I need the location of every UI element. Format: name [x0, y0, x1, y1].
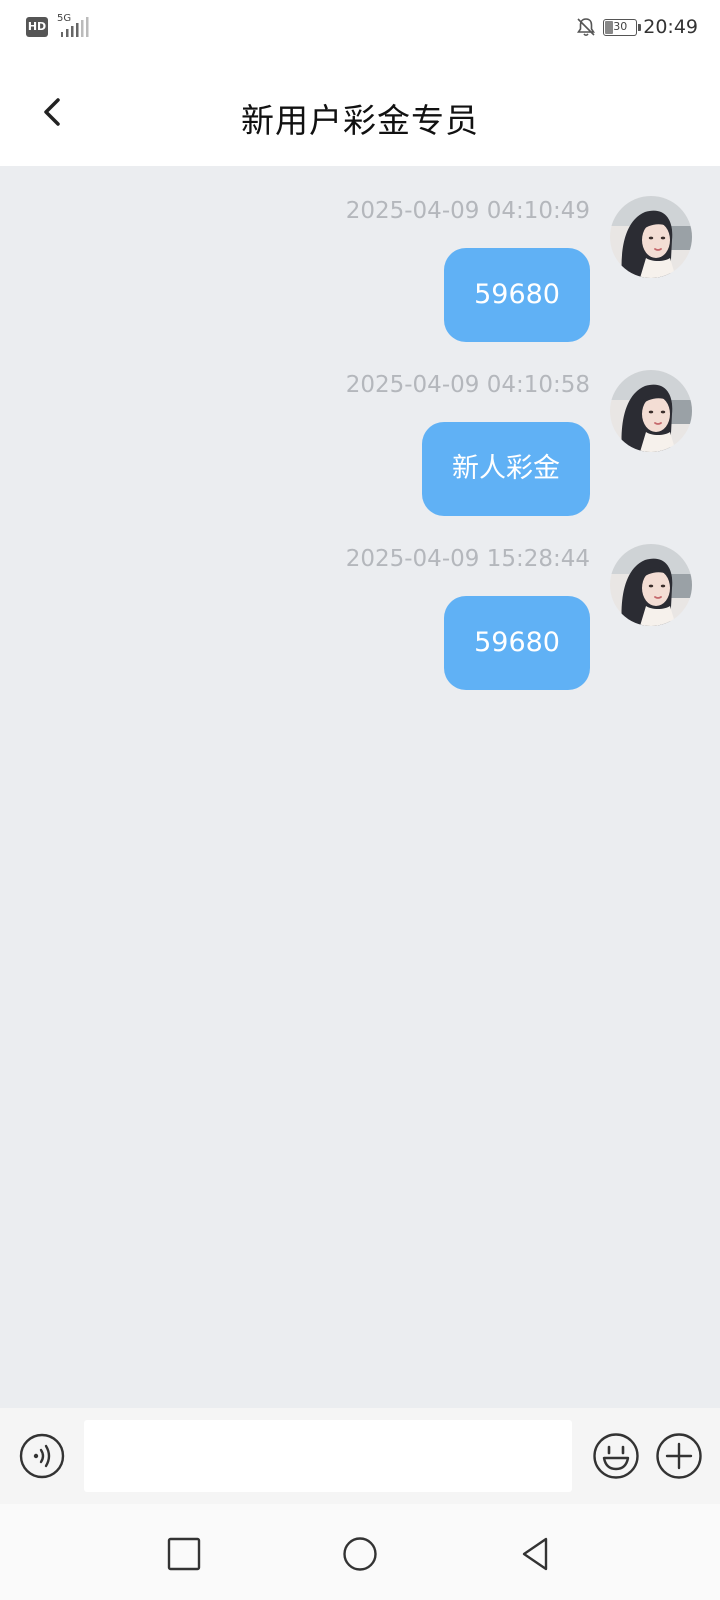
avatar[interactable] [610, 370, 692, 452]
chat-message-list[interactable]: 2025-04-09 04:10:49 59680 2025-04-09 04:… [0, 166, 720, 1408]
system-nav-bar [0, 1504, 720, 1600]
voice-icon [19, 1433, 65, 1479]
message-timestamp: 2025-04-09 04:10:58 [345, 372, 590, 398]
message-timestamp: 2025-04-09 15:28:44 [345, 546, 590, 572]
plus-icon [656, 1433, 702, 1479]
emoji-icon [593, 1433, 639, 1479]
system-back-button[interactable] [516, 1534, 556, 1574]
page-title: 新用户彩金专员 [241, 101, 479, 140]
back-triangle-icon [522, 1537, 548, 1571]
message-input[interactable] [84, 1420, 572, 1492]
chat-header: 新用户彩金专员 [0, 56, 720, 166]
message-bubble[interactable]: 59680 [444, 596, 590, 690]
emoji-button[interactable] [592, 1432, 640, 1480]
message-bubble[interactable]: 59680 [444, 248, 590, 342]
status-clock: 20:49 [643, 16, 698, 38]
voice-button[interactable] [19, 1433, 65, 1479]
status-right-group: 30 20:49 [575, 14, 698, 40]
chat-message: 2025-04-09 04:10:58 新人彩金 [0, 340, 720, 516]
chat-message: 2025-04-09 04:10:49 59680 [0, 166, 720, 342]
recent-apps-button[interactable] [164, 1534, 204, 1574]
message-input-bar [0, 1408, 720, 1504]
recent-apps-icon [167, 1537, 201, 1571]
home-icon [343, 1537, 377, 1571]
avatar[interactable] [610, 544, 692, 626]
message-timestamp: 2025-04-09 04:10:49 [345, 198, 590, 224]
battery-icon: 30 [603, 18, 642, 36]
avatar[interactable] [610, 196, 692, 278]
avatar-portrait-icon [610, 544, 692, 626]
chat-message: 2025-04-09 15:28:44 59680 [0, 514, 720, 690]
home-button[interactable] [340, 1534, 380, 1574]
plus-button[interactable] [655, 1432, 703, 1480]
battery-level: 30 [613, 19, 628, 33]
hd-badge: HD [26, 17, 48, 37]
avatar-portrait-icon [610, 370, 692, 452]
status-bar: HD 5G 30 20:49 [0, 0, 720, 56]
message-bubble[interactable]: 新人彩金 [422, 422, 590, 516]
avatar-portrait-icon [610, 196, 692, 278]
signal-icon [61, 17, 89, 37]
bell-off-icon [577, 18, 596, 37]
